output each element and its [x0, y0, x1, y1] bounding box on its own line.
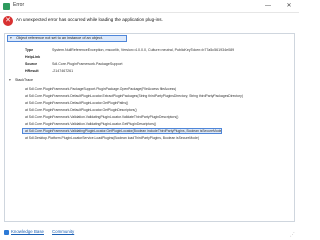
- stacktrace-line[interactable]: at Sdl.Core.PluginFramework.Validation.V…: [25, 114, 291, 120]
- stacktrace-label: StackTrace: [15, 78, 34, 82]
- collapse-toggle-icon[interactable]: ▾: [9, 77, 14, 83]
- error-icon: ✕: [3, 16, 13, 26]
- resize-grip-icon[interactable]: ⋰: [290, 232, 296, 238]
- close-button[interactable]: ✕: [283, 1, 295, 11]
- property-key: HResult: [25, 69, 39, 73]
- collapse-toggle-icon[interactable]: ▾: [10, 36, 15, 41]
- error-details-tree[interactable]: ▾ Object reference not set to an instanc…: [4, 33, 295, 222]
- book-icon: [4, 230, 9, 235]
- knowledge-base-link[interactable]: Knowledge Base: [11, 229, 44, 234]
- property-key: Source: [25, 62, 38, 66]
- tree-root-label: Object reference not set to an instance …: [16, 36, 104, 40]
- stacktrace-line[interactable]: at Sdl.Core.PluginFramework.DefaultPlugi…: [25, 93, 291, 99]
- property-key: Type: [25, 48, 34, 52]
- property-value: -2147467261: [52, 69, 74, 73]
- footer: Knowledge Base Community ⋰: [0, 226, 299, 240]
- stacktrace-line[interactable]: at Sdl.Core.PluginFramework.DefaultPlugi…: [25, 100, 291, 106]
- property-value: [52, 54, 292, 60]
- title-bar: Error — ✕: [0, 0, 299, 13]
- stacktrace-line[interactable]: at Sdl.Core.PluginFramework.Validation.V…: [25, 121, 291, 127]
- property-value: System.NullReferenceException, mscorlib,…: [52, 48, 235, 52]
- error-header: ✕ An unexpected error has occurred while…: [0, 13, 299, 35]
- community-link[interactable]: Community: [52, 229, 74, 234]
- stacktrace-line-selected[interactable]: at Sdl.Core.PluginFramework.ValidatingPl…: [22, 128, 222, 134]
- minimize-button[interactable]: —: [262, 1, 274, 11]
- property-value: Sdl.Core.PluginFramework.PackageSupport: [52, 62, 123, 66]
- stacktrace-line[interactable]: at Sdl.Core.PluginFramework.DefaultPlugi…: [25, 107, 291, 113]
- stacktrace-line[interactable]: at Sdl.Desktop.Platform.PluginLocatorSer…: [25, 135, 291, 141]
- stacktrace-node[interactable]: ▾ StackTrace: [9, 77, 33, 83]
- tree-root-node[interactable]: ▾ Object reference not set to an instanc…: [7, 35, 127, 42]
- property-key: HelpLink: [25, 55, 41, 59]
- stacktrace-line[interactable]: at Sdl.Core.PluginFramework.PackageSuppo…: [25, 86, 291, 92]
- window-title: Error: [13, 2, 25, 8]
- error-message: An unexpected error has occurred while l…: [16, 17, 163, 22]
- app-icon: [3, 3, 10, 10]
